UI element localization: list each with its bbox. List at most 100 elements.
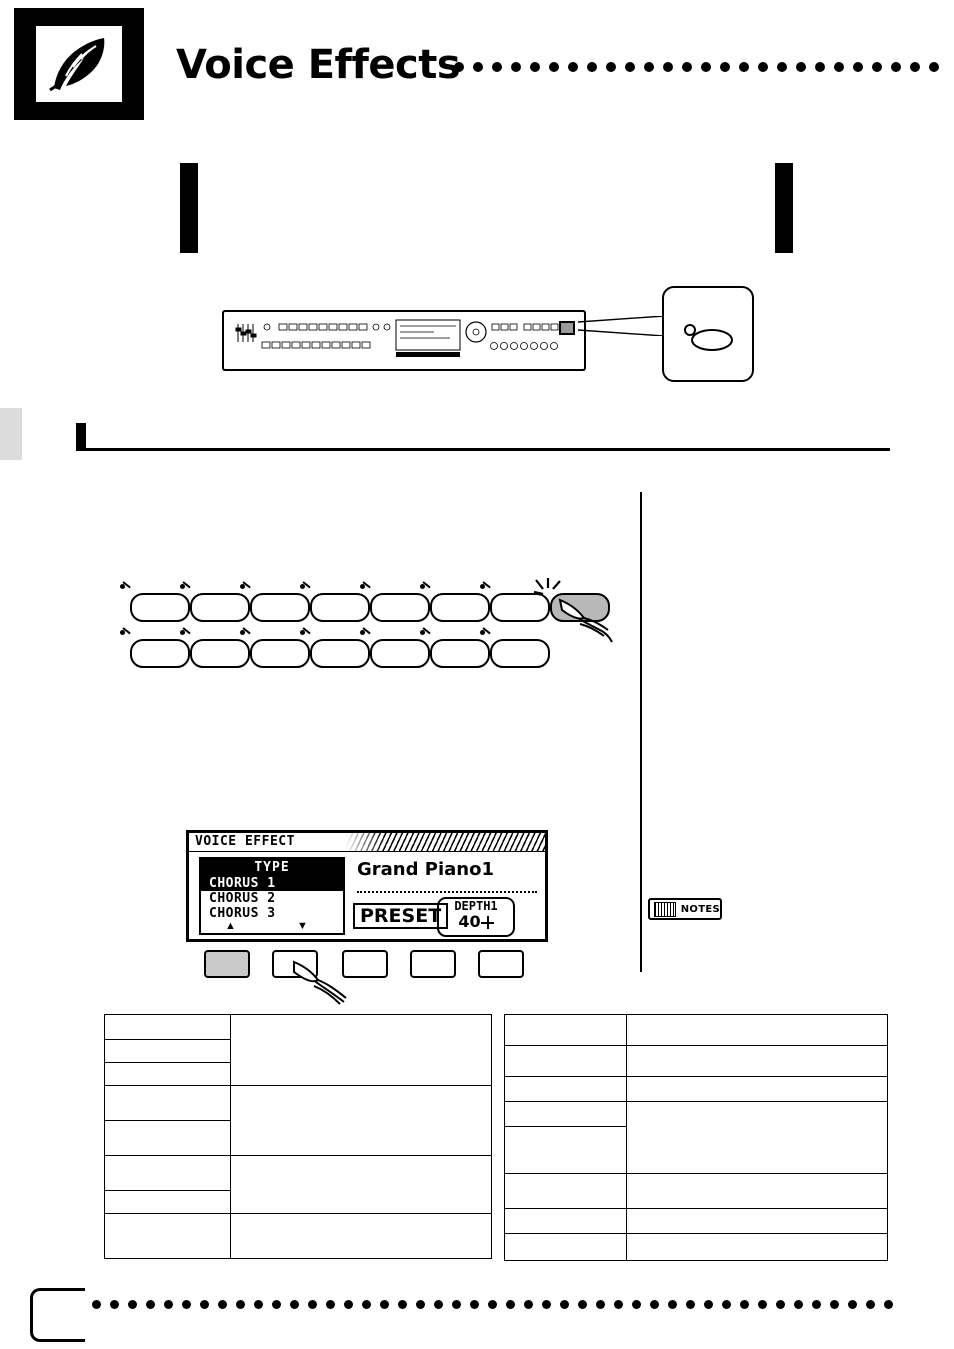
soft-key-5[interactable] <box>478 950 524 978</box>
depth-plus-icon <box>480 916 494 929</box>
notes-badge: NOTES <box>648 898 722 920</box>
page-edge-tab <box>0 408 22 460</box>
callout-leader-line <box>578 316 664 336</box>
table-cell <box>503 1233 628 1261</box>
lamp-icon-7 <box>480 581 491 591</box>
keyboard-icon <box>654 901 676 917</box>
scroll-down-icon[interactable]: ▼ <box>297 921 308 932</box>
table-row <box>503 1173 888 1209</box>
table-row <box>104 1085 493 1156</box>
table-cell <box>104 1190 231 1214</box>
section-marker <box>76 423 86 451</box>
table-cell <box>626 1208 888 1234</box>
table-cell <box>626 1233 888 1261</box>
lcd-screen-title: VOICE EFFECT <box>195 834 295 849</box>
table-cell <box>503 1045 628 1077</box>
header-icon-box <box>14 8 144 120</box>
effect-parameter-table-left <box>104 1014 493 1259</box>
effect-button-2[interactable] <box>190 593 250 622</box>
type-list-header: TYPE <box>201 859 343 876</box>
table-row <box>503 1101 888 1174</box>
table-cell <box>503 1101 628 1127</box>
effect-button-9[interactable] <box>130 639 190 668</box>
lamp-icon-14 <box>420 627 431 637</box>
table-row <box>104 1155 493 1214</box>
table-row <box>503 1014 888 1046</box>
effect-button-3[interactable] <box>250 593 310 622</box>
effect-button-1[interactable] <box>130 593 190 622</box>
title-dot-leader <box>454 62 954 76</box>
type-list-box[interactable]: TYPE CHORUS 1 CHORUS 2 CHORUS 3 ▲ ▼ <box>199 857 345 935</box>
type-list-item-0[interactable]: CHORUS 1 <box>201 876 343 891</box>
footer-dot-leader <box>92 1300 902 1312</box>
table-cell <box>229 1014 493 1086</box>
notes-badge-label: NOTES <box>680 903 720 915</box>
table-cell <box>104 1155 231 1191</box>
table-cell <box>503 1173 628 1209</box>
voice-name-display: Grand Piano1 <box>357 859 494 880</box>
lamp-icon-12 <box>300 627 311 637</box>
hand-pointer-softkey-icon <box>293 960 347 1005</box>
table-row <box>104 1213 493 1259</box>
lamp-icon-10 <box>180 627 191 637</box>
table-row <box>503 1208 888 1234</box>
effect-parameter-table-right <box>503 1014 888 1261</box>
effect-button-15[interactable] <box>490 639 550 668</box>
lamp-icon-3 <box>240 581 251 591</box>
depth-control[interactable]: DEPTH1 40 <box>437 897 515 937</box>
lcd-header: VOICE EFFECT <box>189 833 545 852</box>
lamp-icon-15 <box>480 627 491 637</box>
scroll-up-icon[interactable]: ▲ <box>225 921 236 932</box>
table-cell <box>503 1076 628 1102</box>
effect-button-13[interactable] <box>370 639 430 668</box>
hand-pointer-icon <box>558 598 613 643</box>
depth-value: 40 <box>439 913 513 930</box>
table-cell <box>626 1173 888 1209</box>
lcd-screen: VOICE EFFECT TYPE CHORUS 1 CHORUS 2 CHOR… <box>186 830 548 942</box>
lamp-icon-4 <box>300 581 311 591</box>
type-list-item-1[interactable]: CHORUS 2 <box>201 891 343 906</box>
table-cell <box>104 1085 231 1121</box>
table-cell <box>626 1014 888 1046</box>
effect-button-14[interactable] <box>430 639 490 668</box>
table-cell <box>104 1120 231 1156</box>
table-cell <box>626 1045 888 1077</box>
lamp-icon-5 <box>360 581 371 591</box>
lamp-icon-11 <box>240 627 251 637</box>
preset-button[interactable]: PRESET <box>353 903 449 929</box>
footer-page-tab <box>30 1288 85 1342</box>
effect-button-5[interactable] <box>370 593 430 622</box>
soft-key-4[interactable] <box>410 950 456 978</box>
depth-label: DEPTH1 <box>454 899 498 913</box>
effect-button-11[interactable] <box>250 639 310 668</box>
table-cell <box>104 1014 231 1040</box>
table-row <box>104 1014 493 1086</box>
section-rule <box>86 448 890 451</box>
soft-key-1[interactable] <box>204 950 250 978</box>
button-closeup-callout <box>662 286 754 382</box>
page-title: Voice Effects <box>176 42 461 88</box>
header-icon-inner <box>36 26 122 102</box>
table-row <box>503 1233 888 1261</box>
table-cell <box>229 1155 493 1214</box>
lamp-icon-13 <box>360 627 371 637</box>
table-cell <box>229 1213 493 1259</box>
top-rule-right <box>775 163 793 253</box>
lamp-icon-9 <box>120 627 131 637</box>
effect-button-4[interactable] <box>310 593 370 622</box>
effect-button-10[interactable] <box>190 639 250 668</box>
table-cell <box>503 1126 628 1174</box>
depth-number: 40 <box>458 912 481 931</box>
effect-button-6[interactable] <box>430 593 490 622</box>
lcd-divider <box>357 891 537 893</box>
table-cell <box>104 1062 231 1086</box>
keyboard-panel-illustration <box>222 310 586 371</box>
feather-quill-icon <box>49 38 105 92</box>
effect-button-12[interactable] <box>310 639 370 668</box>
top-rule-left <box>180 163 198 253</box>
table-row <box>503 1076 888 1102</box>
table-cell <box>626 1101 888 1174</box>
type-list-item-2[interactable]: CHORUS 3 <box>201 906 343 921</box>
table-cell <box>626 1076 888 1102</box>
table-cell <box>104 1213 231 1259</box>
